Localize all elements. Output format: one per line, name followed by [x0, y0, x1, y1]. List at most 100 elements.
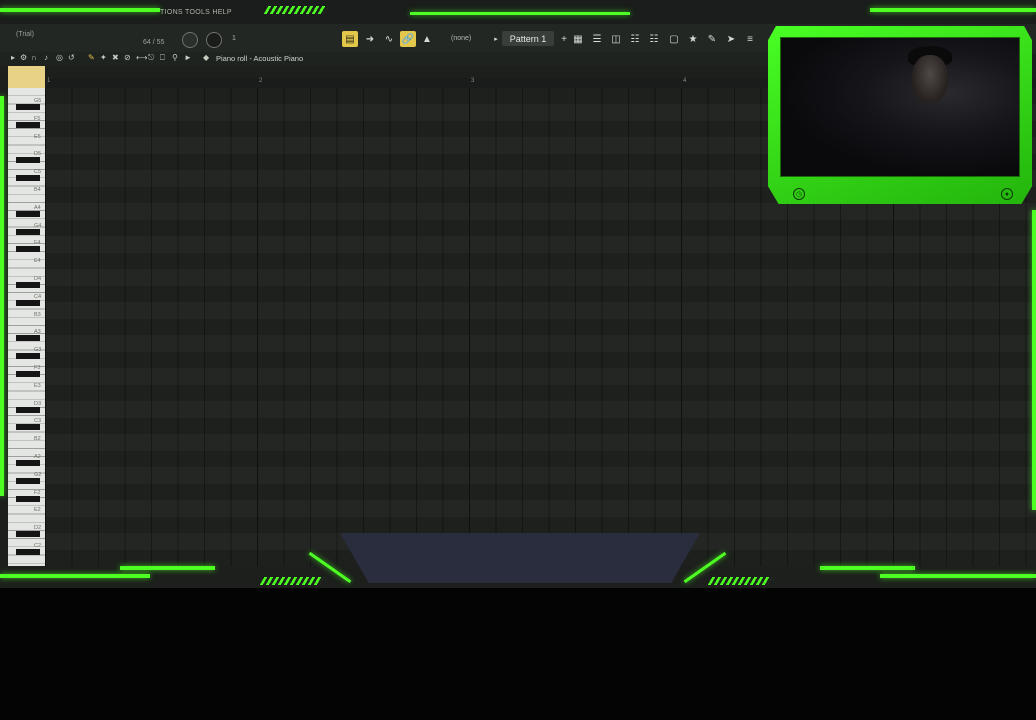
webcam-feed — [780, 37, 1020, 177]
black-key[interactable] — [16, 104, 40, 110]
pattern-selector[interactable]: Pattern 1 — [502, 31, 554, 46]
note-label: B4 — [34, 187, 41, 193]
note-label: C2 — [34, 543, 42, 549]
clock-icon: ◷ — [793, 188, 805, 200]
record-icon[interactable]: ◎ — [56, 53, 63, 62]
channel-rack-icon[interactable]: ☰ — [589, 31, 605, 47]
wrench-icon[interactable]: ⚙ — [20, 53, 27, 62]
undo-icon[interactable]: ↺ — [68, 53, 75, 62]
note-label: G4 — [34, 222, 42, 229]
note-label: F2 — [34, 489, 41, 496]
overlay-bottom-panel — [340, 533, 700, 583]
speaker-icon[interactable]: ► — [184, 53, 192, 62]
frame-bottom-right-accent — [820, 566, 915, 570]
black-key[interactable] — [16, 549, 40, 555]
tools-icon[interactable]: ✎ — [704, 31, 720, 47]
magnify-icon[interactable]: ⚲ — [172, 53, 178, 62]
note-label: E5 — [34, 133, 41, 140]
note-label: A4 — [34, 204, 41, 211]
black-key[interactable] — [16, 228, 40, 235]
target-icon[interactable]: ◆ — [203, 53, 209, 62]
position-readout: 64 / 55 — [143, 39, 165, 46]
note-label: C5 — [34, 169, 42, 176]
delete-icon[interactable]: ✖ — [112, 53, 119, 62]
note-label: B2 — [34, 436, 41, 443]
note-label: D4 — [34, 276, 42, 282]
slice-icon[interactable]: ⟷ — [136, 53, 147, 62]
frame-bottom-left-bar — [0, 574, 150, 578]
arrow-right-icon[interactable]: ➜ — [362, 31, 378, 47]
curve-icon[interactable]: ∿ — [381, 31, 397, 47]
piano-roll-title[interactable]: Piano roll - Acoustic Piano — [216, 54, 303, 63]
sliders-icon[interactable]: ☷ — [627, 31, 643, 47]
snap-value[interactable]: 1 — [232, 35, 236, 42]
note-label: E2 — [34, 507, 41, 514]
menu-text[interactable]: TIONS TOOLS HELP — [160, 9, 232, 16]
none-selector[interactable]: (none) — [451, 35, 471, 42]
black-key[interactable] — [16, 282, 40, 288]
note-label: A3 — [34, 329, 41, 336]
black-key[interactable] — [16, 246, 40, 253]
frame-stripes-top — [263, 6, 329, 14]
black-key[interactable] — [16, 424, 40, 431]
black-key[interactable] — [16, 299, 40, 306]
black-key[interactable] — [16, 406, 40, 413]
plugin-icon[interactable]: ★ — [685, 31, 701, 47]
ruler-mark: 1 — [47, 78, 51, 84]
user-icon: ● — [1001, 188, 1013, 200]
master-volume-knob[interactable] — [182, 32, 198, 48]
note-label: C4 — [34, 293, 42, 300]
select-icon[interactable]: ⎋ — [148, 53, 154, 63]
frame-right-bar — [1032, 210, 1036, 510]
note-label: B3 — [34, 311, 41, 318]
note-label: D2 — [34, 525, 42, 532]
black-key[interactable] — [16, 371, 40, 377]
note-label: D5 — [34, 151, 42, 158]
piano-roll-corner — [8, 66, 45, 88]
send-icon[interactable]: ➤ — [723, 31, 739, 47]
black-key[interactable] — [16, 157, 40, 164]
cart-icon[interactable]: ≡ — [742, 31, 758, 47]
black-key[interactable] — [16, 121, 40, 128]
note-label: G2 — [34, 471, 42, 478]
mute-icon[interactable]: ⊘ — [124, 53, 131, 62]
black-key[interactable] — [16, 460, 40, 466]
webcam-person-face — [912, 55, 948, 103]
playlist-icon[interactable]: ▦ — [570, 31, 586, 47]
zoom-icon[interactable]: ⎕ — [160, 53, 165, 63]
black-key[interactable] — [16, 175, 40, 182]
black-key[interactable] — [16, 353, 40, 360]
piano-roll-view-button[interactable]: ▤ — [342, 31, 358, 47]
ruler-mark: 2 — [259, 78, 263, 84]
note-label: F5 — [34, 115, 41, 122]
frame-stripes-right — [707, 577, 773, 585]
frame-bottom-right-bar — [880, 574, 1036, 578]
magnet-icon[interactable]: ∩ — [31, 53, 37, 62]
stamp-icon[interactable]: ▲ — [419, 31, 435, 47]
pencil-icon[interactable]: ✎ — [88, 53, 95, 62]
black-key[interactable] — [16, 335, 40, 342]
master-pitch-knob[interactable] — [206, 32, 222, 48]
bottom-empty-area — [0, 588, 1036, 720]
menu-arrow-icon[interactable]: ▸ — [11, 53, 15, 62]
mixer-icon[interactable]: ◫ — [608, 31, 624, 47]
browser-icon[interactable]: ☷ — [646, 31, 662, 47]
link-icon[interactable]: 🔗 — [400, 31, 416, 47]
frame-left-bar — [0, 96, 4, 496]
note-label: G3 — [34, 347, 42, 354]
note-label: A2 — [34, 454, 41, 460]
frame-bottom-left-accent — [120, 566, 215, 570]
black-key[interactable] — [16, 477, 40, 484]
note-icon[interactable]: ♪ — [44, 53, 48, 62]
black-key[interactable] — [16, 210, 40, 217]
black-key[interactable] — [16, 531, 40, 538]
note-label: D3 — [34, 400, 42, 407]
ruler-mark: 3 — [471, 78, 475, 84]
note-label: G5 — [34, 98, 42, 104]
ruler-mark: 4 — [683, 78, 687, 84]
file-icon[interactable]: ▢ — [666, 31, 682, 47]
note-label: F3 — [34, 365, 41, 371]
brush-icon[interactable]: ✦ — [100, 53, 107, 62]
black-key[interactable] — [16, 495, 40, 502]
note-label: C3 — [34, 418, 42, 425]
